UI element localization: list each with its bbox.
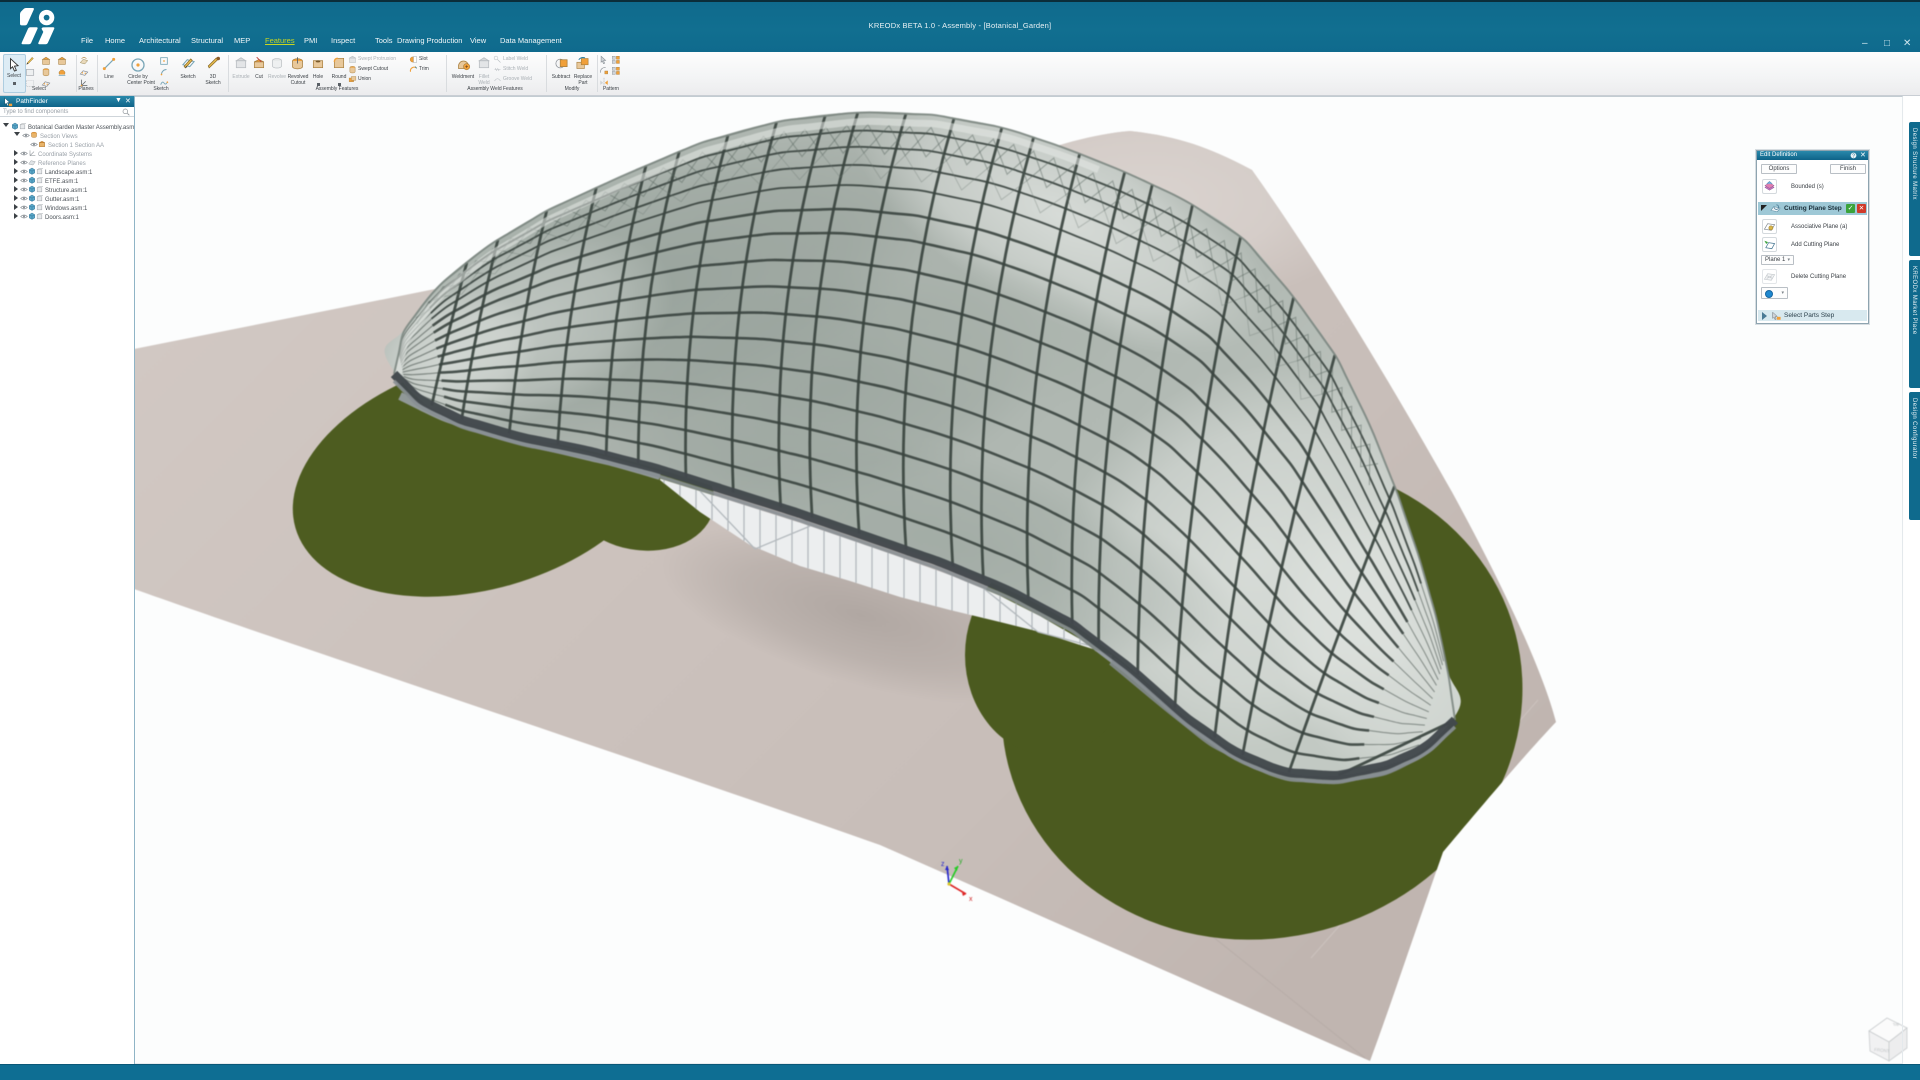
svg-text:?: ? [1852, 153, 1855, 159]
